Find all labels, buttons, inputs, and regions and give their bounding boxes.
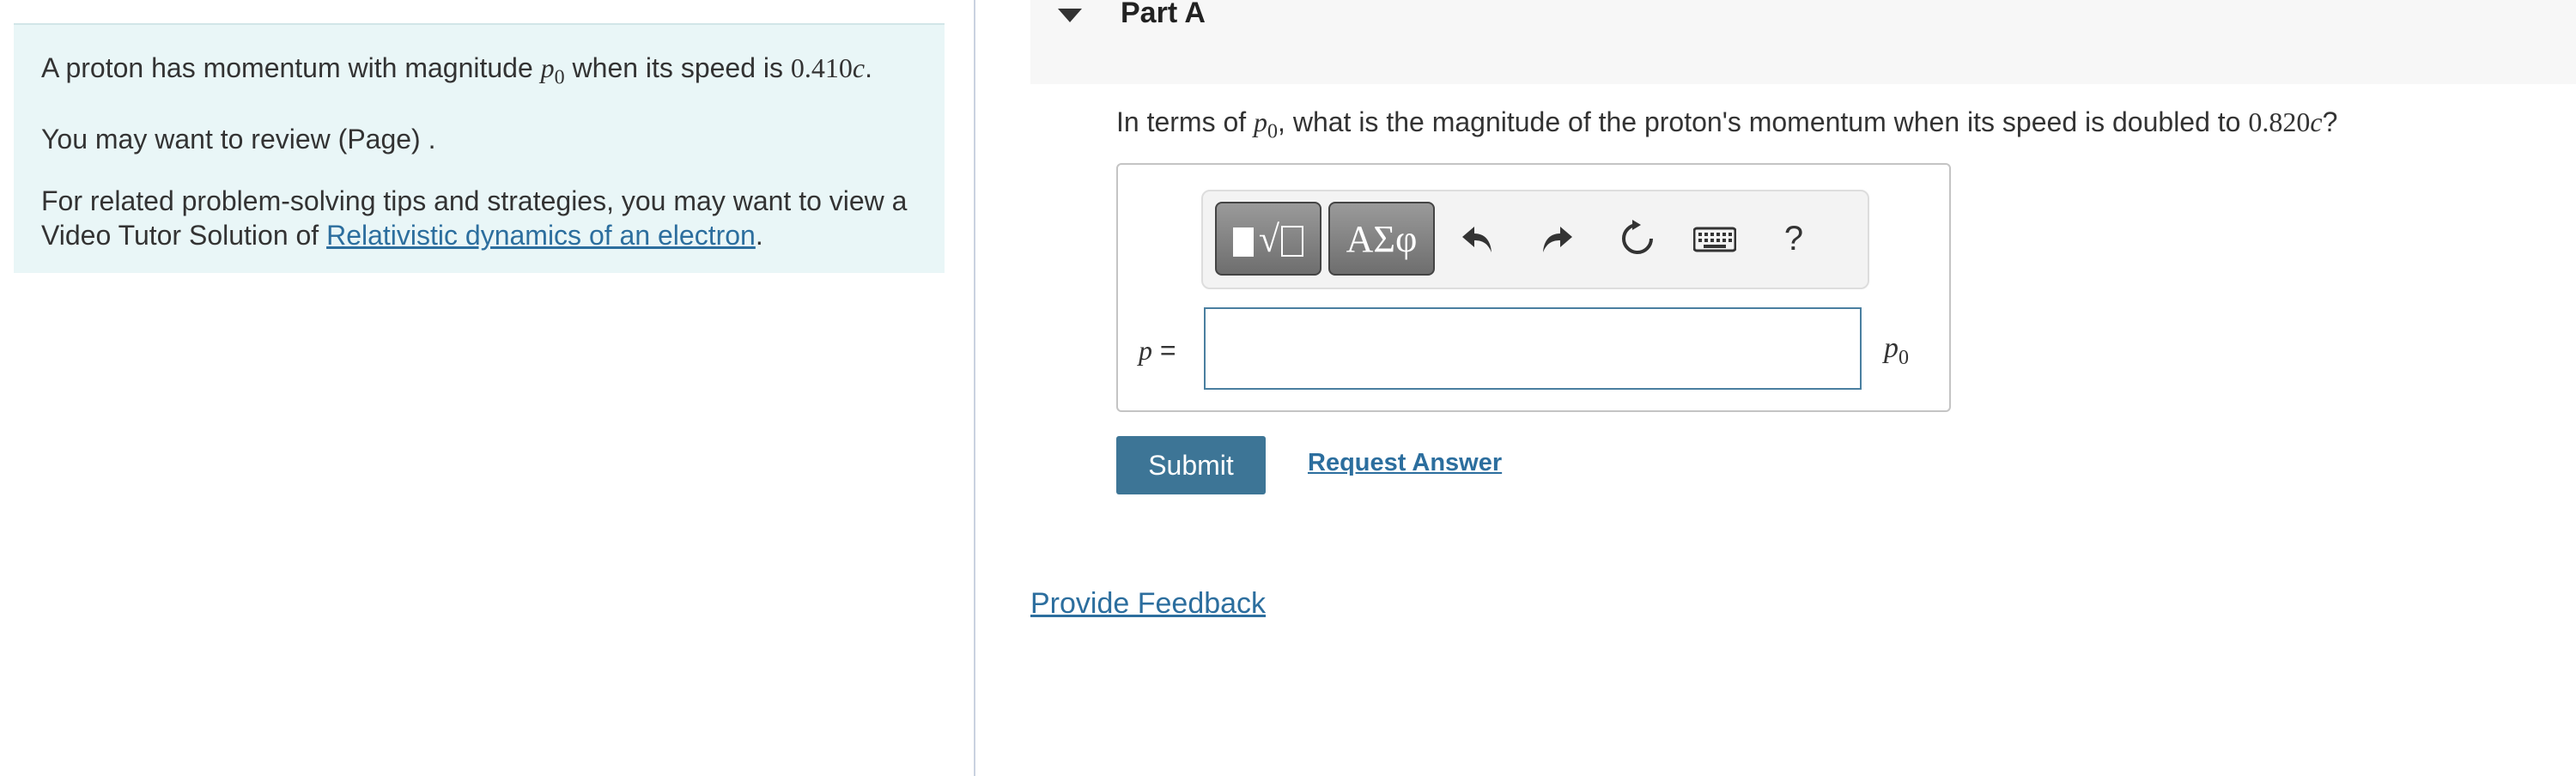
answer-input[interactable]	[1204, 307, 1862, 390]
reset-icon[interactable]	[1612, 210, 1663, 267]
templates-button[interactable]: √	[1215, 202, 1321, 276]
empty-square-icon	[1281, 226, 1304, 257]
p0-symbol: p0	[540, 52, 565, 89]
collapse-caret-icon[interactable]	[1058, 9, 1082, 22]
symbols-button[interactable]: ΑΣφ	[1328, 202, 1435, 276]
math-toolbar: √ ΑΣφ ?	[1201, 190, 1869, 289]
problem-statement-panel: A proton has momentum with magnitude p0 …	[14, 23, 945, 273]
answer-label: p =	[1139, 335, 1176, 366]
submit-button[interactable]: Submit	[1116, 436, 1266, 494]
request-answer-link[interactable]: Request Answer	[1308, 449, 1502, 477]
undo-icon[interactable]	[1452, 210, 1504, 267]
filled-square-icon	[1232, 227, 1254, 257]
part-title: Part A	[1121, 0, 1206, 29]
video-tutor-link[interactable]: Relativistic dynamics of an electron	[326, 220, 756, 251]
review-text: You may want to review (Page) .	[41, 124, 436, 155]
p0-symbol: p0	[1254, 106, 1279, 143]
tips-text: For related problem-solving tips and str…	[41, 185, 908, 252]
help-button[interactable]: ?	[1768, 210, 1820, 267]
keyboard-icon[interactable]	[1689, 210, 1741, 267]
problem-intro: A proton has momentum with magnitude p0 …	[41, 52, 872, 89]
root-icon: √	[1258, 217, 1280, 260]
redo-icon[interactable]	[1531, 210, 1583, 267]
answer-box: √ ΑΣφ ? p = p0	[1116, 163, 1951, 412]
pane-divider	[974, 0, 975, 776]
question-text: In terms of p0, what is the magnitude of…	[1116, 106, 2338, 143]
part-a-header[interactable]: Part A	[1030, 0, 2576, 84]
provide-feedback-link[interactable]: Provide Feedback	[1030, 587, 1266, 621]
answer-unit: p0	[1884, 332, 1909, 369]
